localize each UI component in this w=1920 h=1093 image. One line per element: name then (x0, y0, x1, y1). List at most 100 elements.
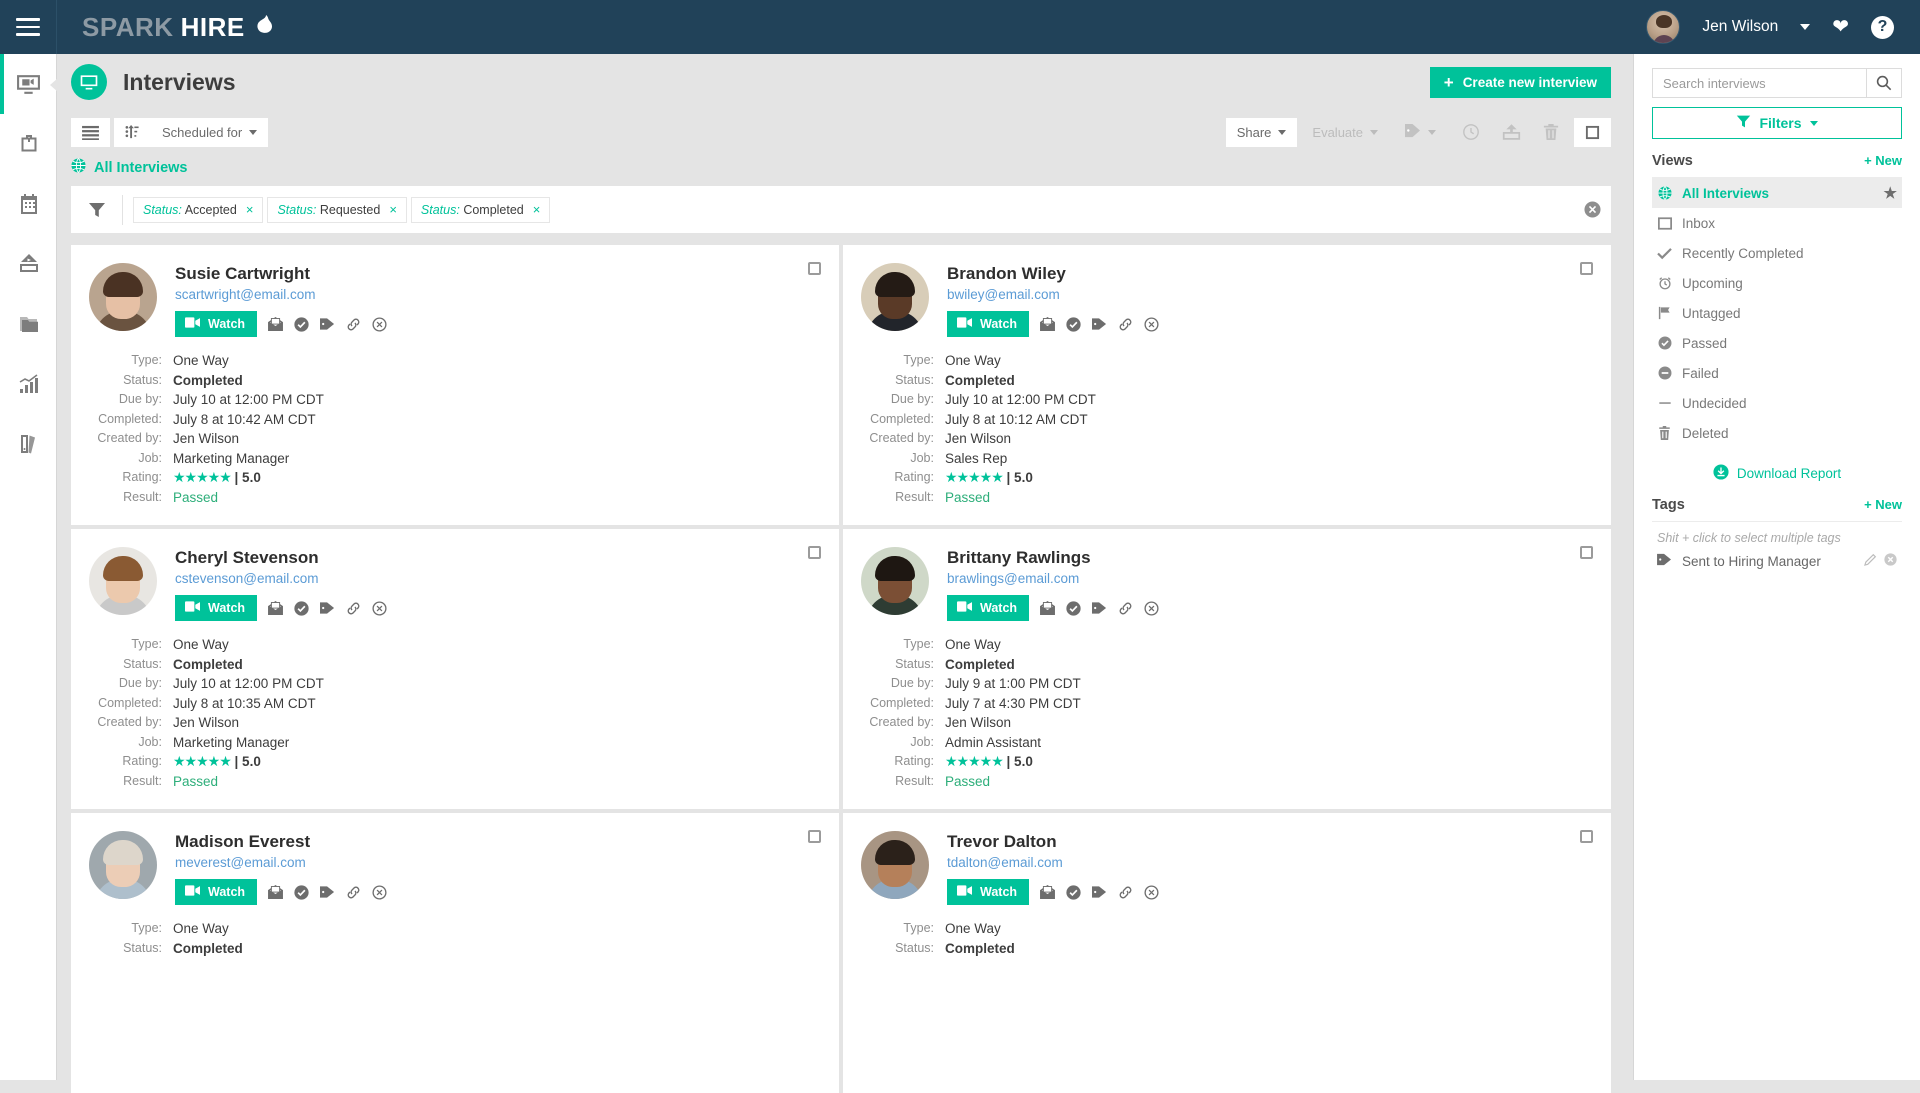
search-input[interactable] (1653, 69, 1866, 97)
filter-chip[interactable]: Status: Completed × (411, 197, 550, 223)
new-tag-button[interactable]: + New (1864, 497, 1902, 512)
candidate-email[interactable]: cstevenson@email.com (175, 571, 387, 586)
x-circle-icon[interactable] (372, 885, 387, 900)
watch-button[interactable]: Watch (947, 879, 1029, 905)
remove-circle-icon[interactable] (1884, 553, 1897, 569)
check-circle-icon[interactable] (1066, 317, 1081, 332)
close-icon[interactable]: × (533, 202, 541, 217)
view-item-untagged[interactable]: Untagged (1652, 298, 1902, 328)
x-circle-icon[interactable] (1144, 601, 1159, 616)
link-icon[interactable] (1118, 885, 1133, 900)
view-item-upcoming[interactable]: Upcoming (1652, 268, 1902, 298)
brand-logo[interactable]: SPARK HIRE (82, 12, 274, 43)
select-interview-checkbox[interactable] (808, 262, 821, 275)
question-mark-icon[interactable]: ? (1871, 16, 1894, 39)
heart-icon[interactable]: ❤ (1832, 17, 1849, 37)
clear-all-filters-icon[interactable] (1584, 201, 1601, 218)
trash-icon[interactable] (1532, 118, 1570, 147)
watch-button[interactable]: Watch (947, 311, 1029, 337)
watch-button[interactable]: Watch (175, 595, 257, 621)
sidebar-item-calendar[interactable] (0, 174, 57, 234)
envelope-open-icon[interactable] (1040, 317, 1055, 331)
sidebar-item-inbox[interactable] (0, 234, 57, 294)
filters-button[interactable]: Filters (1652, 107, 1902, 139)
x-circle-icon[interactable] (1144, 317, 1159, 332)
view-item-undecided[interactable]: Undecided (1652, 388, 1902, 418)
interview-card[interactable]: Madison Everest meverest@email.com Watch… (71, 813, 839, 1093)
check-circle-icon[interactable] (294, 885, 309, 900)
tag-icon[interactable] (320, 601, 335, 615)
create-new-interview-button[interactable]: + Create new interview (1430, 67, 1611, 98)
tag-item[interactable]: Sent to Hiring Manager (1652, 549, 1902, 573)
pencil-icon[interactable] (1864, 553, 1877, 569)
list-view-icon[interactable] (71, 118, 110, 147)
x-circle-icon[interactable] (1144, 885, 1159, 900)
view-item-inbox[interactable]: Inbox (1652, 208, 1902, 238)
clock-icon[interactable] (1451, 118, 1491, 147)
filter-chip[interactable]: Status: Requested × (267, 197, 406, 223)
interview-card[interactable]: Susie Cartwright scartwright@email.com W… (71, 245, 839, 525)
select-interview-checkbox[interactable] (1580, 830, 1593, 843)
close-icon[interactable]: × (389, 202, 397, 217)
link-icon[interactable] (346, 601, 361, 616)
tag-dropdown-button[interactable] (1393, 118, 1447, 147)
x-circle-icon[interactable] (372, 317, 387, 332)
view-item-passed[interactable]: Passed (1652, 328, 1902, 358)
candidate-email[interactable]: meverest@email.com (175, 855, 387, 870)
sort-dropdown[interactable]: Scheduled for (151, 118, 268, 147)
select-all-checkbox[interactable] (1574, 118, 1611, 147)
select-interview-checkbox[interactable] (808, 546, 821, 559)
sidebar-item-branding[interactable] (0, 414, 57, 474)
select-interview-checkbox[interactable] (1580, 546, 1593, 559)
envelope-open-icon[interactable] (268, 317, 283, 331)
tag-icon[interactable] (1092, 317, 1107, 331)
check-circle-icon[interactable] (294, 601, 309, 616)
user-name[interactable]: Jen Wilson (1702, 18, 1778, 36)
search-icon[interactable] (1866, 69, 1901, 97)
candidate-email[interactable]: tdalton@email.com (947, 855, 1159, 870)
filter-chip[interactable]: Status: Accepted × (133, 197, 263, 223)
avatar[interactable] (1646, 10, 1680, 44)
view-item-recently-completed[interactable]: Recently Completed (1652, 238, 1902, 268)
evaluate-button[interactable]: Evaluate (1301, 118, 1389, 147)
sort-icon[interactable] (114, 118, 151, 147)
chevron-down-icon[interactable] (1800, 24, 1810, 30)
interview-card[interactable]: Trevor Dalton tdalton@email.com Watch Ty… (843, 813, 1611, 1093)
view-item-failed[interactable]: Failed (1652, 358, 1902, 388)
interview-card[interactable]: Brandon Wiley bwiley@email.com Watch Typ… (843, 245, 1611, 525)
tag-icon[interactable] (1092, 601, 1107, 615)
envelope-open-icon[interactable] (268, 885, 283, 899)
envelope-open-icon[interactable] (268, 601, 283, 615)
new-view-button[interactable]: + New (1864, 153, 1902, 168)
share-button[interactable]: Share (1226, 118, 1298, 147)
view-item-deleted[interactable]: Deleted (1652, 418, 1902, 448)
sidebar-item-jobs[interactable] (0, 114, 57, 174)
candidate-email[interactable]: scartwright@email.com (175, 287, 387, 302)
x-circle-icon[interactable] (372, 601, 387, 616)
link-icon[interactable] (346, 317, 361, 332)
tag-icon[interactable] (320, 885, 335, 899)
check-circle-icon[interactable] (1066, 601, 1081, 616)
hamburger-icon[interactable] (0, 0, 57, 54)
favorite-star-icon[interactable]: ★ (1884, 184, 1897, 202)
check-circle-icon[interactable] (1066, 885, 1081, 900)
watch-button[interactable]: Watch (175, 879, 257, 905)
tag-icon[interactable] (320, 317, 335, 331)
sidebar-item-analytics[interactable] (0, 354, 57, 414)
interview-card[interactable]: Brittany Rawlings brawlings@email.com Wa… (843, 529, 1611, 809)
watch-button[interactable]: Watch (947, 595, 1029, 621)
envelope-open-icon[interactable] (1040, 601, 1055, 615)
link-icon[interactable] (1118, 317, 1133, 332)
check-circle-icon[interactable] (294, 317, 309, 332)
watch-button[interactable]: Watch (175, 311, 257, 337)
download-report-button[interactable]: Download Report (1652, 464, 1902, 483)
candidate-email[interactable]: brawlings@email.com (947, 571, 1159, 586)
tag-icon[interactable] (1092, 885, 1107, 899)
link-icon[interactable] (346, 885, 361, 900)
candidate-email[interactable]: bwiley@email.com (947, 287, 1159, 302)
link-icon[interactable] (1118, 601, 1133, 616)
interview-card[interactable]: Cheryl Stevenson cstevenson@email.com Wa… (71, 529, 839, 809)
view-item-all-interviews[interactable]: All Interviews ★ (1652, 178, 1902, 208)
envelope-open-icon[interactable] (1040, 885, 1055, 899)
select-interview-checkbox[interactable] (808, 830, 821, 843)
